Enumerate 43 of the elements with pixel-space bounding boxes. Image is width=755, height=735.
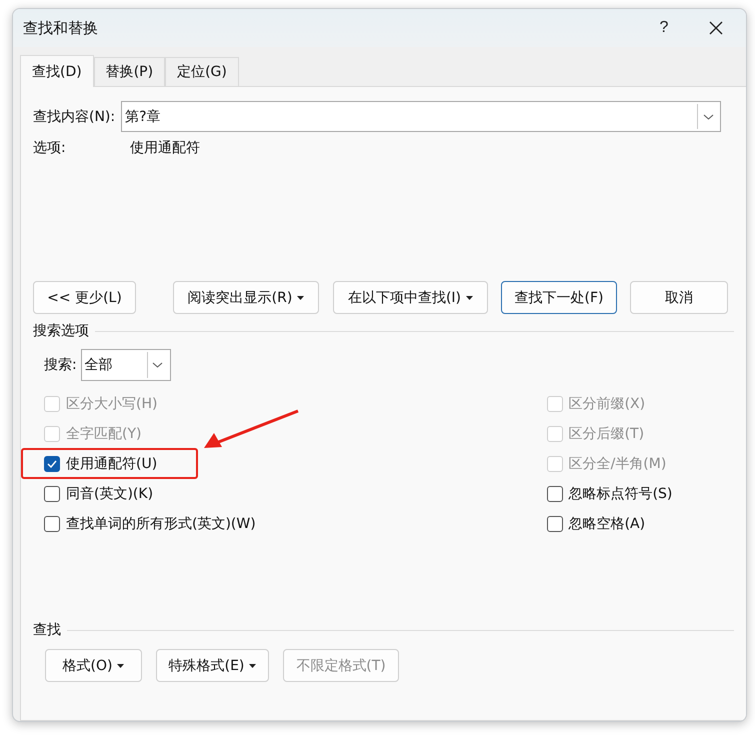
- chevron-down-icon: [152, 362, 164, 368]
- button[interactable]: << 更少(L): [33, 281, 136, 314]
- section-title: 查找: [33, 621, 61, 639]
- help-button[interactable]: ?: [642, 13, 686, 43]
- button[interactable]: 取消: [630, 281, 728, 314]
- checkbox[interactable]: [546, 516, 563, 532]
- checkbox-label: 忽略空格(A): [568, 515, 646, 533]
- close-icon: [709, 21, 723, 35]
- field-label: 搜索:: [44, 356, 77, 374]
- checkbox-label: 忽略标点符号(S): [568, 485, 672, 503]
- caret-icon: [466, 296, 474, 300]
- checkbox-label: 区分全/半角(M): [568, 455, 666, 473]
- checkbox[interactable]: [546, 486, 563, 502]
- checkbox-label: 查找单词的所有形式(英文)(W): [66, 515, 256, 533]
- checkbox[interactable]: [44, 456, 60, 472]
- caret-icon: [117, 664, 124, 668]
- options-value: 使用通配符: [130, 139, 200, 157]
- menu-button[interactable]: 阅读突出显示(R): [173, 281, 319, 314]
- checkbox-label: 区分后缀(T): [568, 425, 644, 443]
- tab[interactable]: 定位(G): [165, 57, 239, 87]
- tab[interactable]: 替换(P): [94, 57, 166, 87]
- caret-icon: [297, 296, 304, 300]
- options-label: 选项:: [33, 139, 67, 157]
- checkbox[interactable]: [44, 516, 60, 532]
- checkbox[interactable]: [44, 486, 60, 502]
- button[interactable]: 查找下一处(F): [501, 281, 617, 314]
- caret-icon: [249, 664, 256, 668]
- menu-button[interactable]: 在以下项中查找(I): [333, 281, 488, 314]
- tab[interactable]: 查找(D): [20, 55, 94, 87]
- checkmark-icon: [47, 460, 57, 468]
- menu-button[interactable]: 格式(O): [45, 649, 142, 682]
- menu-button[interactable]: 特殊格式(E): [156, 649, 269, 682]
- section-title: 搜索选项: [33, 322, 89, 340]
- chevron-down-icon: [702, 114, 714, 120]
- checkbox-label: 区分前缀(X): [568, 395, 646, 413]
- checkbox-label: 全字匹配(Y): [66, 425, 142, 443]
- checkbox-label: 使用通配符(U): [66, 455, 158, 473]
- find-field[interactable]: 第?章: [121, 101, 722, 132]
- checkbox-label: 区分大小写(H): [66, 395, 158, 413]
- checkbox-label: 同音(英文)(K): [66, 485, 154, 503]
- search-select[interactable]: 全部: [80, 349, 171, 381]
- field-label: 查找内容(N):: [33, 108, 116, 126]
- window-title: 查找和替换: [23, 18, 99, 38]
